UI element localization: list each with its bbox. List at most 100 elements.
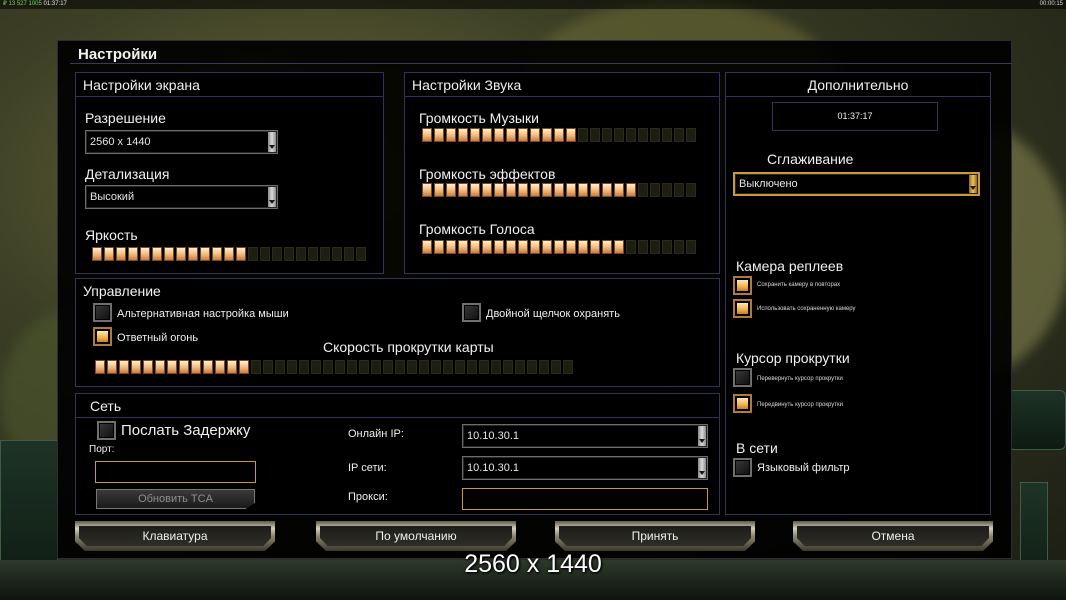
use-saved-camera-checkbox[interactable] [733, 299, 752, 318]
antialiasing-label: Сглаживание [767, 151, 854, 167]
slider-segment [506, 240, 516, 254]
slider-segment [308, 247, 318, 261]
slider-segment [590, 240, 600, 254]
resolution-dropdown[interactable]: 2560 x 1440 [85, 130, 278, 154]
defaults-button[interactable]: По умолчанию [316, 521, 516, 551]
slider-segment [422, 183, 432, 197]
proxy-input[interactable] [462, 488, 708, 510]
slider-segment [356, 247, 366, 261]
invert-scroll-cursor-checkbox[interactable] [733, 368, 752, 387]
slider-segment [530, 128, 540, 142]
slider-segment [482, 183, 492, 197]
slider-segment [650, 183, 660, 197]
update-tca-button[interactable]: Обновить TCA [96, 489, 255, 509]
slider-segment [167, 360, 177, 374]
proxy-label: Прокси: [348, 491, 388, 503]
right-radar-frame [1008, 390, 1066, 450]
keyboard-button[interactable]: Клавиатура [75, 521, 275, 551]
slider-segment [458, 128, 468, 142]
slider-segment [563, 360, 573, 374]
slider-segment [176, 247, 186, 261]
network-header: Сеть [76, 394, 719, 418]
antialiasing-dropdown[interactable]: Выключено [733, 172, 980, 196]
slider-segment [419, 360, 429, 374]
slider-segment [566, 240, 576, 254]
slider-segment [614, 128, 624, 142]
alt-mouse-checkbox[interactable] [93, 303, 112, 322]
slider-segment [650, 128, 660, 142]
voice-volume-label: Громкость Голоса [419, 221, 535, 237]
slider-segment [434, 183, 444, 197]
move-scroll-cursor-checkbox[interactable] [733, 394, 752, 413]
slider-segment [518, 128, 528, 142]
slider-segment [431, 360, 441, 374]
slider-segment [542, 183, 552, 197]
online-label: В сети [736, 440, 778, 456]
slider-segment [422, 128, 432, 142]
slider-segment [260, 247, 270, 261]
detail-value: Высокий [90, 191, 135, 203]
slider-segment [458, 183, 468, 197]
double-click-guard-checkbox[interactable] [462, 303, 481, 322]
save-replay-camera-checkbox[interactable] [733, 276, 752, 295]
online-ip-dropdown[interactable]: 10.10.30.1 [462, 424, 708, 448]
accept-button[interactable]: Принять [555, 521, 755, 551]
slider-segment [407, 360, 417, 374]
slider-segment [650, 240, 660, 254]
top-hud-bar: ₽ 13 527 1005 01:37:17 00:00:15 [0, 0, 1066, 9]
slider-segment [542, 240, 552, 254]
slider-segment [107, 360, 117, 374]
detail-dropdown[interactable]: Высокий [85, 185, 278, 209]
slider-segment [227, 360, 237, 374]
slider-segment [638, 240, 648, 254]
slider-segment [674, 240, 684, 254]
slider-segment [494, 240, 504, 254]
scroll-speed-slider[interactable] [95, 360, 573, 374]
cancel-button[interactable]: Отмена [793, 521, 993, 551]
slider-segment [92, 247, 102, 261]
return-fire-checkbox[interactable] [93, 327, 112, 346]
slider-segment [287, 360, 297, 374]
slider-segment [332, 247, 342, 261]
slider-segment [686, 128, 696, 142]
slider-segment [527, 360, 537, 374]
scroll-speed-label: Скорость прокрутки карты [323, 339, 494, 355]
slider-segment [602, 183, 612, 197]
slider-segment [272, 247, 282, 261]
slider-segment [455, 360, 465, 374]
slider-segment [482, 128, 492, 142]
slider-segment [542, 128, 552, 142]
slider-segment [554, 183, 564, 197]
slider-segment [626, 240, 636, 254]
slider-segment [323, 360, 333, 374]
use-saved-camera-label: Использовать сохраненную камеру [757, 306, 856, 312]
double-click-guard-label: Двойной щелчок охранять [486, 308, 620, 320]
slider-segment [626, 128, 636, 142]
slider-segment [215, 360, 225, 374]
voice-volume-slider[interactable] [422, 240, 696, 254]
port-input[interactable] [95, 461, 256, 483]
language-filter-checkbox[interactable] [733, 458, 752, 477]
slider-segment [662, 240, 672, 254]
defaults-button-label: По умолчанию [320, 526, 512, 546]
effects-volume-label: Громкость эффектов [419, 166, 556, 182]
brightness-slider[interactable] [92, 247, 366, 261]
slider-segment [395, 360, 405, 374]
slider-segment [320, 247, 330, 261]
slider-segment [191, 360, 201, 374]
cancel-button-label: Отмена [797, 526, 989, 546]
slider-segment [200, 247, 210, 261]
music-volume-slider[interactable] [422, 128, 696, 142]
slider-segment [539, 360, 549, 374]
slider-segment [116, 247, 126, 261]
dropdown-arrow-icon [698, 458, 706, 478]
effects-volume-slider[interactable] [422, 183, 696, 197]
dropdown-arrow-icon [268, 187, 276, 207]
return-fire-label: Ответный огонь [117, 332, 199, 344]
extra-settings-header: Дополнительно [726, 73, 990, 97]
music-volume-label: Громкость Музыки [419, 110, 539, 126]
lan-ip-dropdown[interactable]: 10.10.30.1 [462, 456, 708, 480]
slider-segment [275, 360, 285, 374]
slider-segment [530, 240, 540, 254]
send-delay-checkbox[interactable] [97, 421, 116, 440]
